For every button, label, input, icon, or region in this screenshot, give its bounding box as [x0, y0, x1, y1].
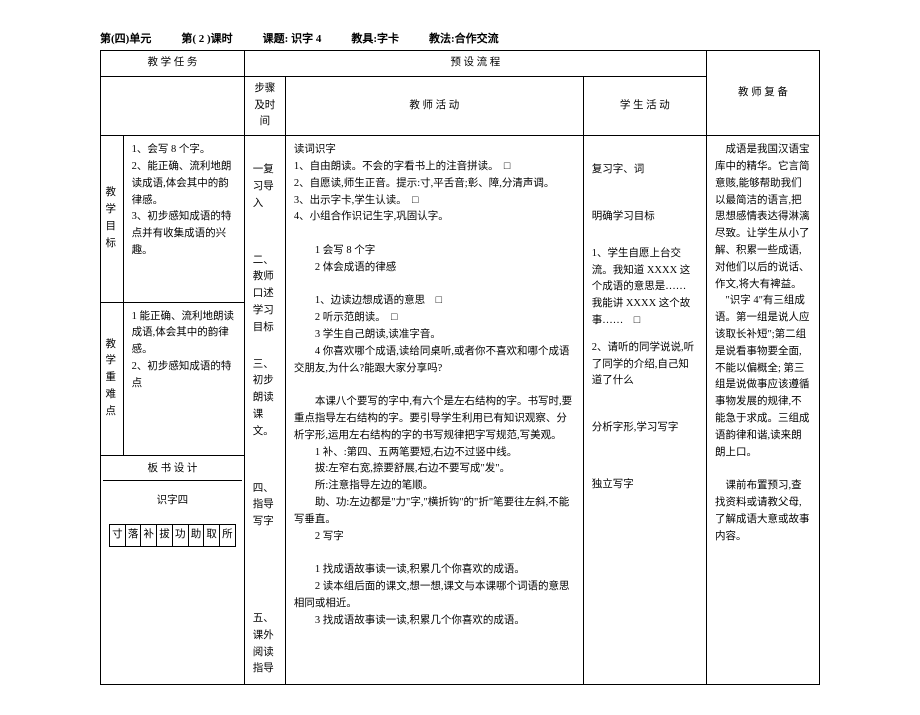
- t-s2a: 1 会写 8 个字: [294, 243, 575, 260]
- board-c2: 落: [125, 525, 141, 547]
- t-s2b: 2 体会成语的律感: [294, 260, 575, 277]
- lesson-plan-table: 教 学 任 务 预 设 流 程 教 师 复 备 步骤及时间 教 师 活 动 学 …: [100, 50, 820, 685]
- board-c5: 功: [172, 525, 188, 547]
- goal-content: 1、会写 8 个字。 2、能正确、流利地朗读成语,体会其中的韵律感。 3、初步感…: [123, 136, 244, 302]
- board-header: 板 书 设 计: [103, 458, 242, 482]
- board-c3: 补: [141, 525, 157, 547]
- board-c1: 寸: [110, 525, 126, 547]
- goal-l2: 2、能正确、流利地朗读成语,体会其中的韵律感。: [132, 159, 236, 209]
- goal-l1: 1、会写 8 个字。: [132, 142, 236, 159]
- keypoint-content: 1 能正确、流利地朗读成语,体会其中的韵律感。 2、初步感知成语的特点: [123, 302, 244, 455]
- t-s4c: 拔:左窄右宽,捺要舒展,右边不要写成"发"。: [294, 461, 575, 478]
- step-5: 五、课外阅读指导: [253, 611, 277, 678]
- step-2: 二、教师口述学习目标: [253, 253, 277, 337]
- board-char-table: 寸 落 补 拔 功 助 取 所: [109, 524, 236, 547]
- board-c7: 取: [204, 525, 220, 547]
- st-1b: 明确学习目标: [592, 209, 698, 226]
- steps-column: 一复习导入 二、教师口述学习目标 三、初步朗读课文。 四、指导写字 五、课外阅读…: [244, 136, 285, 685]
- st-3a: 分析字形,学习写字: [592, 420, 698, 437]
- col-notes-header: 教 师 复 备: [706, 51, 819, 136]
- kp-l1: 1 能正确、流利地朗读成语,体会其中的韵律感。: [132, 309, 236, 359]
- kp-l2: 2、初步感知成语的特点: [132, 359, 236, 393]
- board-c4: 拔: [157, 525, 173, 547]
- t-s1b: 1、自由朗读。不会的字看书上的注音拼读。 □: [294, 159, 575, 176]
- step-3: 三、初步朗读课文。: [253, 357, 277, 441]
- header-method: 教法:合作交流: [429, 30, 499, 46]
- col-task-header: 教 学 任 务: [101, 51, 245, 77]
- st-2a: 1、学生自愿上台交流。我知道 XXXX 这个成语的意思是…… 我能讲 XXXX …: [592, 246, 698, 330]
- board-title: 识字四: [109, 485, 236, 518]
- notes-column: 成语是我国汉语宝库中的精华。它言简意赅,能够帮助我们以最简洁的语言,把思想感情表…: [706, 136, 819, 685]
- t-s1e: 4、小组合作识记生字,巩固认字。: [294, 209, 575, 226]
- t-s3c: 3 学生自己朗读,读准字音。: [294, 327, 575, 344]
- header-unit: 第(四)单元: [100, 30, 151, 46]
- t-s3b: 2 听示范朗读。 □: [294, 310, 575, 327]
- step-1: 一复习导入: [253, 162, 277, 212]
- t-s4e: 助、功:左边都是"力"字,"横折钩"的"折"笔要往左斜,不能写垂直。: [294, 495, 575, 529]
- t-s4b: 1 补、:第四、五两笔要短,右边不过竖中线。: [294, 445, 575, 462]
- board-design-cell: 板 书 设 计 识字四 寸 落 补 拔 功 助 取 所: [101, 455, 245, 684]
- step-4: 四、指导写字: [253, 481, 277, 531]
- notes-p1: 成语是我国汉语宝库中的精华。它言简意赅,能够帮助我们以最简洁的语言,把思想感情表…: [715, 142, 811, 293]
- keypoint-label: 教学重难点: [101, 302, 124, 455]
- t-s4f: 2 写字: [294, 529, 575, 546]
- notes-p2: "识字 4"有三组成语。第一组是说人应该取长补短";第二组是说看事物要全面,不能…: [715, 293, 811, 461]
- st-2b: 2、请听的同学说说,听了同学的介绍,自己知道了什么: [592, 340, 698, 390]
- t-s4d: 所:注意指导左边的笔顺。: [294, 478, 575, 495]
- t-s1a: 读词识字: [294, 142, 575, 159]
- t-s1c: 2、自愿读,师生正音。提示:寸,平舌音;彰、障,分清声调。: [294, 176, 575, 193]
- teacher-column: 读词识字 1、自由朗读。不会的字看书上的注音拼读。 □ 2、自愿读,师生正音。提…: [285, 136, 583, 685]
- st-3b: 独立写字: [592, 477, 698, 494]
- col-student-header: 学 生 活 动: [583, 76, 706, 135]
- col-teacher-header: 教 师 活 动: [285, 76, 583, 135]
- t-s5a: 1 找成语故事读一读,积累几个你喜欢的成语。: [294, 562, 575, 579]
- board-c8: 所: [220, 525, 236, 547]
- goal-label: 教学目标: [101, 136, 124, 302]
- header-period: 第( 2 )课时: [181, 30, 232, 46]
- header-tool: 教具:字卡: [351, 30, 399, 46]
- t-s3a: 1、边读边想成语的意思 □: [294, 293, 575, 310]
- t-s5b: 2 读本组后面的课文,想一想,课文与本课哪个词语的意思相同或相近。: [294, 579, 575, 613]
- goal-cell-wrapper: [101, 76, 245, 135]
- st-1a: 复习字、词: [592, 162, 698, 179]
- goal-l3: 3、初步感知成语的特点并有收集成语的兴趣。: [132, 209, 236, 259]
- t-s4a: 本课八个要写的字中,有六个是左右结构的字。书写时,要重点指导左右结构的字。要引导…: [294, 394, 575, 444]
- col-flow-header: 预 设 流 程: [244, 51, 706, 77]
- t-s3d: 4 你喜欢哪个成语,读给同桌听,或者你不喜欢和哪个成语交朋友,为什么?能跟大家分…: [294, 344, 575, 378]
- header-topic: 课题: 识字 4: [263, 30, 322, 46]
- notes-p3: 课前布置预习,查找资料或请教父母,了解成语大意或故事内容。: [715, 478, 811, 545]
- student-column: 复习字、词 明确学习目标 1、学生自愿上台交流。我知道 XXXX 这个成语的意思…: [583, 136, 706, 685]
- t-s1d: 3、出示字卡,学生认读。 □: [294, 193, 575, 210]
- col-step-header: 步骤及时间: [244, 76, 285, 135]
- board-c6: 助: [188, 525, 204, 547]
- t-s5c: 3 找成语故事读一读,积累几个你喜欢的成语。: [294, 613, 575, 630]
